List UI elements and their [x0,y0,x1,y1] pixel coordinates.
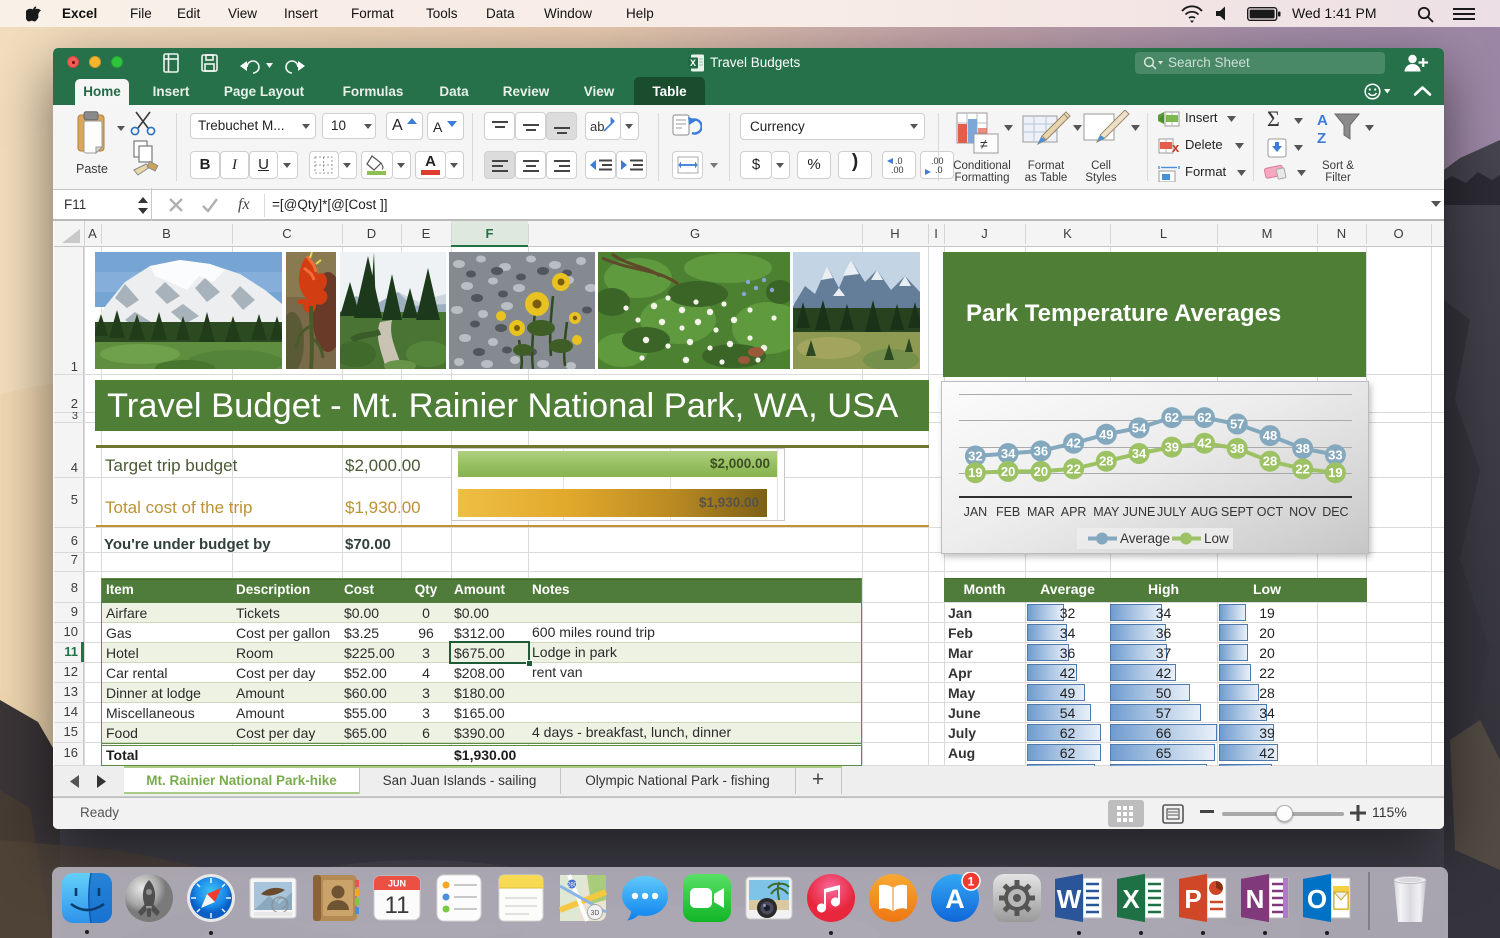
svg-text:≠: ≠ [980,136,988,152]
svg-text:N: N [1246,884,1265,914]
svg-text:Low: Low [1204,531,1229,546]
svg-text:33: 33 [1328,447,1342,462]
svg-text:22: 22 [1295,461,1309,476]
svg-text:34: 34 [1132,446,1147,461]
svg-text:54: 54 [1132,420,1147,435]
svg-text:49: 49 [1099,427,1113,442]
svg-text:62: 62 [1165,410,1179,425]
svg-text:JULY: JULY [1157,505,1187,519]
svg-text:NOV: NOV [1289,505,1317,519]
svg-text:20: 20 [1001,464,1015,479]
svg-text:DEC: DEC [1322,505,1348,519]
svg-text:57: 57 [1230,417,1244,432]
svg-text:280: 280 [567,883,578,889]
svg-text:19: 19 [1328,465,1342,480]
svg-text:SEPT: SEPT [1221,505,1254,519]
svg-text:19: 19 [968,465,982,480]
svg-text:.0: .0 [935,165,943,175]
svg-text:P: P [1184,884,1201,914]
svg-text:42: 42 [1197,436,1211,451]
svg-text:38: 38 [1295,441,1309,456]
svg-text:32: 32 [968,449,982,464]
svg-text:62: 62 [1197,410,1211,425]
svg-text:A: A [1317,112,1328,129]
svg-text:39: 39 [1165,440,1179,455]
svg-text:42: 42 [1066,436,1080,451]
svg-text:.00: .00 [891,165,904,175]
svg-text:OCT: OCT [1257,505,1284,519]
svg-text:JUNE: JUNE [1123,505,1156,519]
svg-text:Z: Z [1317,130,1326,146]
svg-text:JAN: JAN [964,505,988,519]
svg-text:38: 38 [1230,441,1244,456]
svg-text:ab: ab [590,119,604,134]
svg-text:A: A [945,884,965,914]
svg-text:MAY: MAY [1093,505,1120,519]
svg-text:28: 28 [1263,454,1277,469]
svg-text:APR: APR [1061,505,1087,519]
svg-text:Average: Average [1120,531,1170,546]
svg-text:11: 11 [385,892,410,919]
svg-text:JUN: JUN [388,879,406,889]
svg-text:AUG: AUG [1191,505,1218,519]
svg-text:48: 48 [1263,428,1277,443]
svg-text:X: X [690,58,696,68]
svg-text:22: 22 [1066,461,1080,476]
svg-text:x: x [1172,140,1180,154]
svg-text:36: 36 [1034,443,1048,458]
svg-text:X: X [1122,884,1140,914]
svg-text:O: O [1307,884,1327,914]
svg-text:MAR: MAR [1027,505,1055,519]
svg-text:34: 34 [1001,446,1016,461]
svg-text:W: W [1057,884,1082,914]
svg-text:28: 28 [1099,454,1113,469]
svg-text:FEB: FEB [996,505,1020,519]
svg-text:3D: 3D [591,910,600,917]
svg-text:20: 20 [1034,464,1048,479]
svg-text:1: 1 [968,875,975,889]
